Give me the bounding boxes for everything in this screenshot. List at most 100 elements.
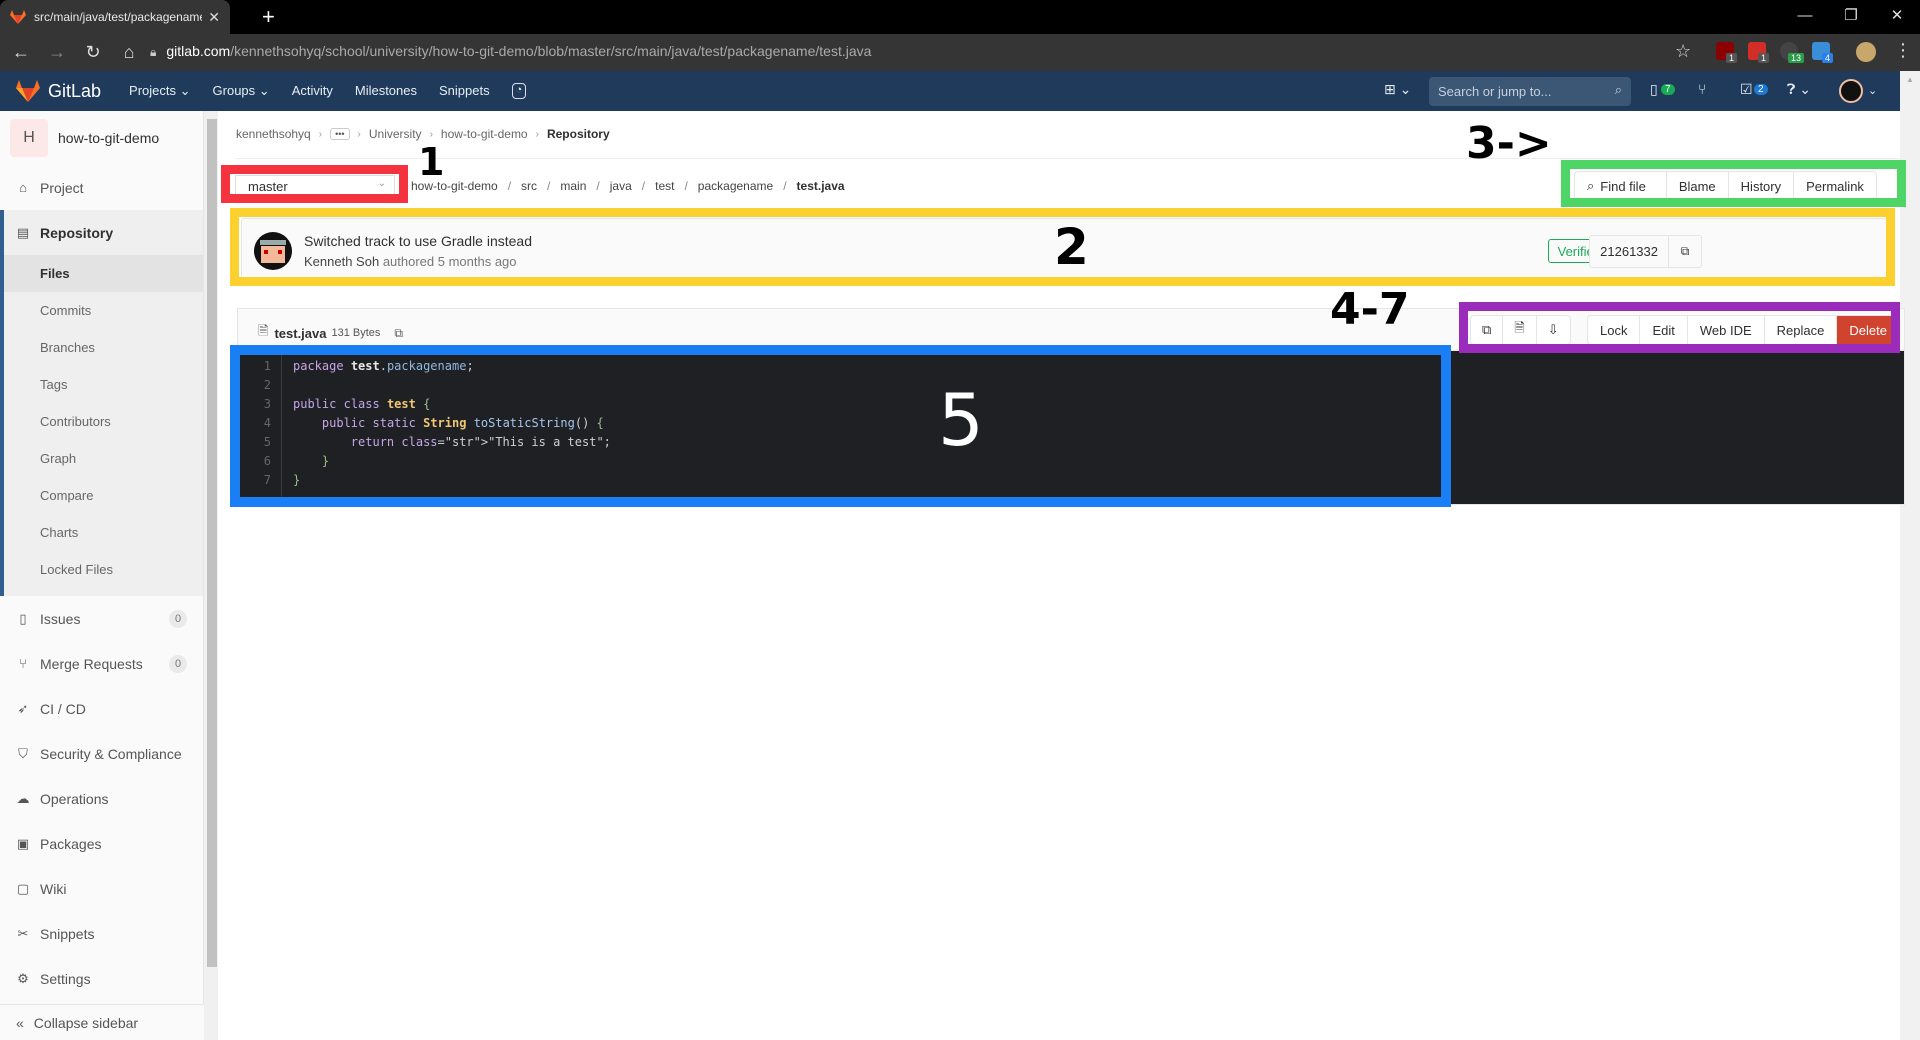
sidebar-project-header[interactable]: H how-to-git-demo	[0, 111, 203, 165]
browser-tab[interactable]: src/main/java/test/packagename ✕	[0, 0, 230, 34]
sidebar-item-ci-cd[interactable]: ➶ CI / CD	[0, 686, 203, 731]
sidebar-sub-locked-files[interactable]: Locked Files	[4, 551, 203, 588]
merge-requests-icon[interactable]: ⑂	[1698, 81, 1706, 97]
sidebar-sub-tags[interactable]: Tags	[4, 366, 203, 403]
breadcrumb-project[interactable]: how-to-git-demo	[441, 127, 528, 141]
sidebar-sub-contributors[interactable]: Contributors	[4, 403, 203, 440]
line-number[interactable]: 5	[238, 433, 281, 452]
replace-button[interactable]: Replace	[1765, 316, 1838, 344]
copy-contents-icon[interactable]: ⧉	[1471, 316, 1504, 344]
sidebar-item-merge-requests[interactable]: ⑂ Merge Requests 0	[0, 641, 203, 686]
sidebar-item-repository[interactable]: ▤ Repository	[4, 210, 203, 255]
line-number[interactable]: 7	[238, 471, 281, 490]
path-segment[interactable]: packagename	[698, 179, 773, 193]
path-segment[interactable]: how-to-git-demo	[411, 179, 498, 193]
line-number[interactable]: 3	[238, 395, 281, 414]
author-avatar[interactable]	[254, 232, 292, 270]
help-icon[interactable]: ❓︎ ⌄	[1787, 81, 1811, 98]
sidebar-sub-charts[interactable]: Charts	[4, 514, 203, 551]
restore-icon[interactable]: ❐	[1828, 0, 1874, 30]
sidebar-sub-branches[interactable]: Branches	[4, 329, 203, 366]
page-scrollbar[interactable]: ▲	[1900, 71, 1920, 1040]
breadcrumb-user[interactable]: kennethsohyq	[236, 127, 311, 141]
issues-count: 0	[169, 609, 187, 628]
user-menu-chevron-icon[interactable]: ⌄	[1868, 84, 1877, 97]
sidebar-item-packages[interactable]: ▣ Packages	[0, 821, 203, 866]
browser-profile-avatar[interactable]	[1856, 42, 1876, 62]
forward-icon[interactable]: →	[42, 42, 72, 63]
gitlab-logo[interactable]: GitLab	[16, 80, 101, 102]
find-file-button[interactable]: ⌕ Find file	[1575, 172, 1667, 200]
todos-icon[interactable]: ☑	[1740, 81, 1753, 98]
download-icon[interactable]: ⇩	[1537, 316, 1570, 344]
browser-menu-icon[interactable]: ⋮	[1894, 40, 1912, 61]
sidebar-item-project[interactable]: ⌂ Project	[0, 165, 203, 210]
breadcrumb-more-button[interactable]: •••	[330, 128, 350, 140]
new-item-icon[interactable]: ⊞ ⌄	[1384, 81, 1411, 98]
breadcrumb: kennethsohyq › ••• › University › how-to-gi…	[236, 127, 610, 141]
sidebar-item-issues[interactable]: ▯ Issues 0	[0, 596, 203, 641]
sidebar-scrollbar-thumb[interactable]	[207, 119, 217, 967]
branch-selector[interactable]: master ⌄	[235, 175, 395, 197]
sidebar-item-operations[interactable]: ☁ Operations	[0, 776, 203, 821]
sidebar-item-wiki[interactable]: ▢ Wiki	[0, 866, 203, 911]
open-raw-icon[interactable]: 🗎︎	[1503, 316, 1537, 344]
permalink-button[interactable]: Permalink	[1794, 172, 1876, 200]
nav-activity[interactable]: Activity	[292, 83, 333, 99]
sidebar-sub-commits[interactable]: Commits	[4, 292, 203, 329]
file-view-buttons: ⧉ 🗎︎ ⇩	[1470, 315, 1571, 345]
sidebar-sub-graph[interactable]: Graph	[4, 440, 203, 477]
breadcrumb-current[interactable]: Repository	[547, 127, 610, 141]
address-bar: ← → ↻ ⌂ 🔒︎ gitlab.com/kennethsohyq/school…	[0, 34, 1920, 71]
close-tab-icon[interactable]: ✕	[208, 9, 220, 26]
new-tab-icon[interactable]: +	[262, 4, 275, 30]
issues-icon[interactable]: ▯	[1650, 81, 1658, 98]
sidebar-sub-files[interactable]: Files	[4, 255, 203, 292]
path-segment[interactable]: src	[521, 179, 537, 193]
collapse-sidebar-button[interactable]: « Collapse sidebar	[0, 1004, 204, 1040]
edit-button[interactable]: Edit	[1640, 316, 1688, 344]
line-number[interactable]: 2	[238, 376, 281, 395]
line-number[interactable]: 4	[238, 414, 281, 433]
home-icon[interactable]: ⌂	[114, 42, 144, 63]
search-input[interactable]: Search or jump to... ⌕	[1429, 77, 1631, 106]
user-avatar[interactable]	[1839, 79, 1863, 103]
sidebar-item-security[interactable]: ⛉ Security & Compliance	[0, 731, 203, 776]
line-number[interactable]: 6	[238, 452, 281, 471]
line-number[interactable]: 1	[238, 357, 281, 376]
web-ide-button[interactable]: Web IDE	[1688, 316, 1765, 344]
performance-bar-icon[interactable]: ◔	[511, 83, 527, 99]
nav-projects[interactable]: Projects ⌄	[129, 83, 190, 99]
commit-message[interactable]: Switched track to use Gradle instead	[304, 233, 532, 249]
history-button[interactable]: History	[1729, 172, 1795, 200]
breadcrumb-group[interactable]: University	[369, 127, 422, 141]
copy-sha-icon[interactable]: ⧉	[1669, 236, 1701, 267]
path-segment[interactable]: java	[610, 179, 632, 193]
path-current-file[interactable]: test.java	[797, 179, 845, 193]
bookmark-star-icon[interactable]: ☆	[1675, 41, 1691, 62]
sidebar-item-settings[interactable]: ⚙ Settings	[0, 956, 203, 1001]
sidebar-scrollbar[interactable]	[204, 111, 218, 1040]
minimize-icon[interactable]: —	[1782, 0, 1828, 30]
reload-icon[interactable]: ↻	[78, 42, 108, 63]
blame-button[interactable]: Blame	[1667, 172, 1729, 200]
close-window-icon[interactable]: ✕	[1874, 0, 1920, 30]
path-segment[interactable]: test	[655, 179, 674, 193]
lock-button[interactable]: Lock	[1588, 316, 1641, 344]
back-icon[interactable]: ←	[6, 42, 36, 63]
sidebar-sub-compare[interactable]: Compare	[4, 477, 203, 514]
url-host: gitlab.com	[166, 43, 231, 59]
commit-sha-value[interactable]: 21261332	[1590, 236, 1669, 267]
nav-milestones[interactable]: Milestones	[355, 83, 417, 99]
shield-icon: ⛉	[18, 745, 28, 761]
sidebar-item-label: CI / CD	[40, 700, 86, 717]
commit-author[interactable]: Kenneth Soh	[304, 254, 379, 269]
extension-badge: 4	[1822, 53, 1834, 63]
path-segment[interactable]: main	[560, 179, 586, 193]
copy-file-path-icon[interactable]: ⧉	[394, 326, 403, 341]
delete-button[interactable]: Delete	[1837, 316, 1899, 344]
sidebar-item-snippets[interactable]: ✂ Snippets	[0, 911, 203, 956]
url-field[interactable]: 🔒︎ gitlab.com/kennethsohyq/school/univers…	[150, 43, 871, 60]
nav-snippets[interactable]: Snippets	[439, 83, 490, 99]
nav-groups[interactable]: Groups ⌄	[213, 83, 270, 99]
